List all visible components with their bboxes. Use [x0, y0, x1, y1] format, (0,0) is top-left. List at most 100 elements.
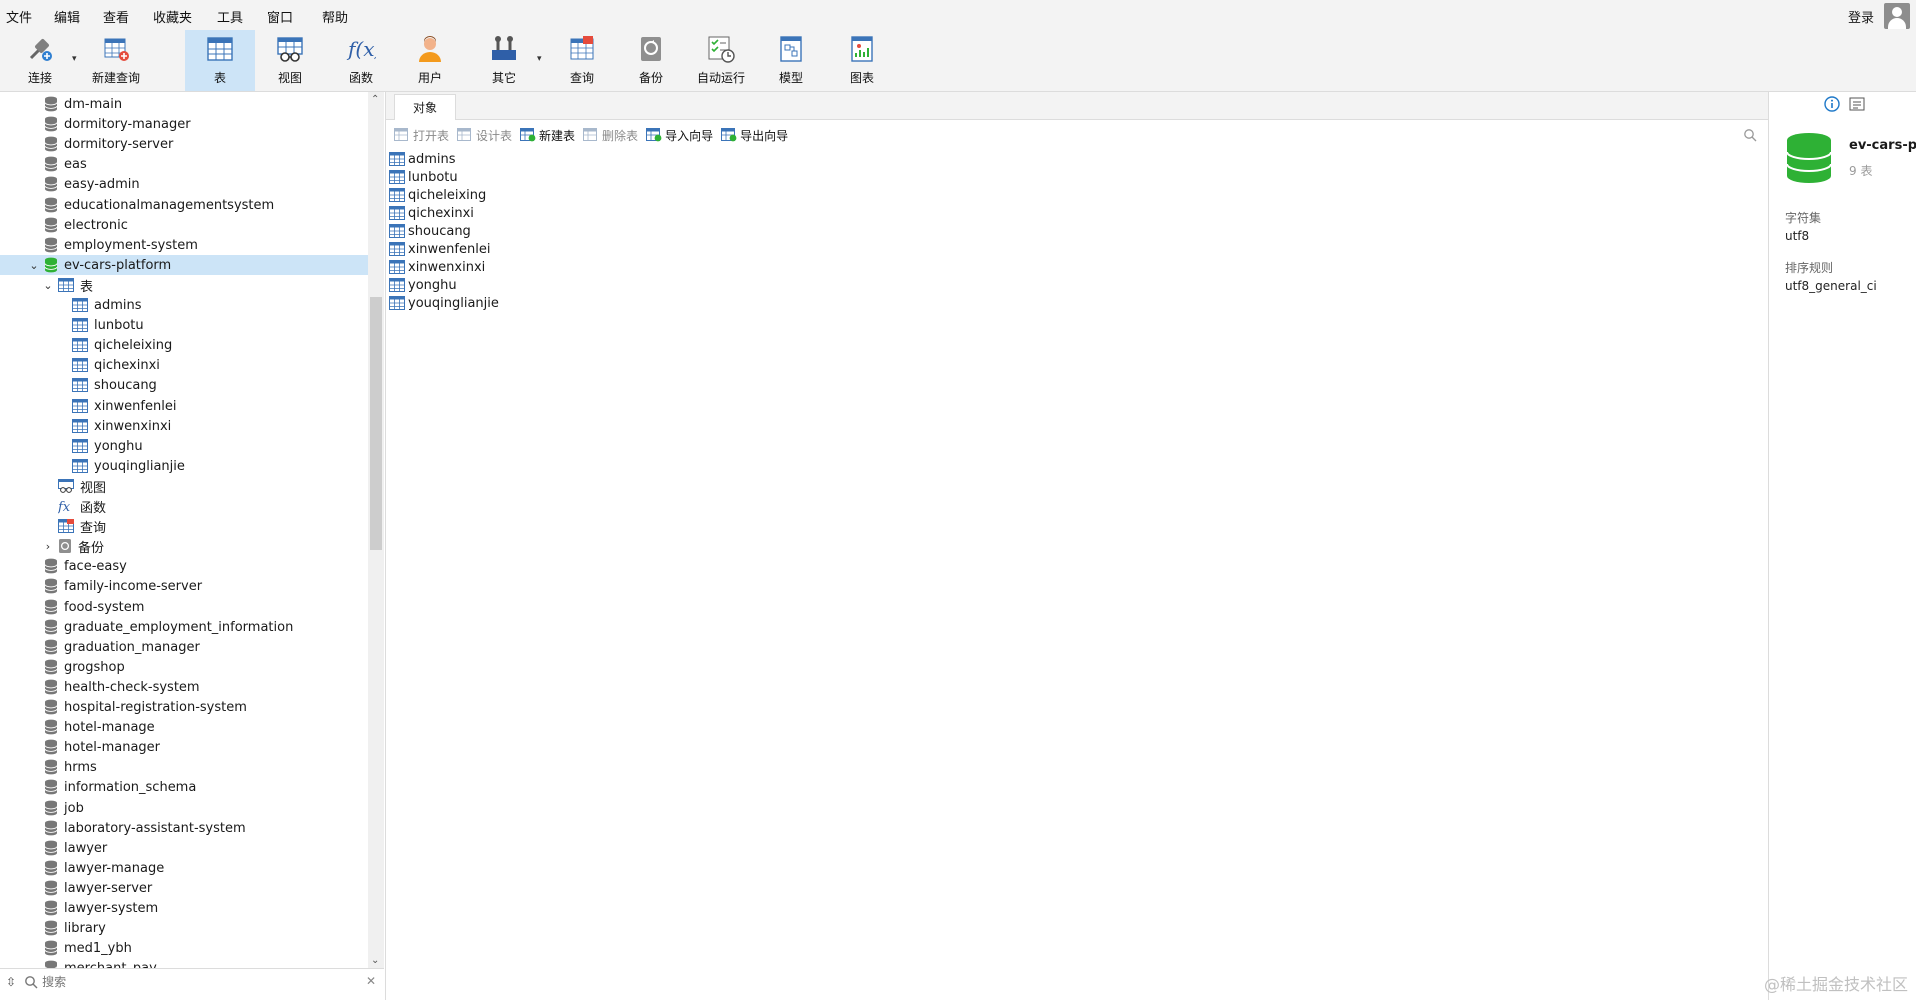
object-list-item[interactable]: youqinglianjie	[389, 294, 499, 312]
database-node[interactable]: health-check-system	[0, 677, 368, 697]
database-node[interactable]: graduation_manager	[0, 637, 368, 657]
chart-button[interactable]: 图表	[834, 30, 890, 91]
views-node[interactable]: 视图	[0, 476, 368, 496]
database-node[interactable]: hospital-registration-system	[0, 697, 368, 717]
menu-bar: 文件 编辑 查看 收藏夹 工具 窗口 帮助 登录	[0, 0, 1916, 30]
functions-node[interactable]: fx 函数	[0, 496, 368, 516]
delete-table-button[interactable]: 删除表	[583, 127, 638, 144]
svg-text:fx: fx	[58, 500, 71, 514]
database-node[interactable]: face-easy	[0, 556, 368, 576]
new-table-button[interactable]: 新建表	[520, 127, 575, 144]
menu-view[interactable]: 查看	[103, 7, 129, 26]
auto-run-button[interactable]: 自动运行	[692, 30, 750, 91]
database-node[interactable]: food-system	[0, 597, 368, 617]
table-node[interactable]: xinwenfenlei	[0, 396, 368, 416]
view-icon	[58, 479, 74, 493]
database-node[interactable]: information_schema	[0, 777, 368, 797]
menu-favorites[interactable]: 收藏夹	[153, 7, 192, 26]
avatar-icon[interactable]	[1884, 3, 1910, 29]
other-tools-button[interactable]: 其它	[476, 30, 532, 91]
database-node[interactable]: eas	[0, 154, 368, 174]
database-node[interactable]: hrms	[0, 757, 368, 777]
object-list-item[interactable]: qichexinxi	[389, 204, 499, 222]
object-list-item[interactable]: shoucang	[389, 222, 499, 240]
database-node[interactable]: easy-admin	[0, 174, 368, 194]
database-node[interactable]: med1_ybh	[0, 938, 368, 958]
scroll-up-arrow-icon[interactable]: ⌃	[371, 94, 379, 105]
expand-toggle-icon[interactable]: ⌄	[28, 259, 40, 272]
database-node[interactable]: lawyer-system	[0, 898, 368, 918]
new-query-button[interactable]: 新建查询	[86, 30, 146, 91]
menu-help[interactable]: 帮助	[322, 7, 348, 26]
database-node[interactable]: laboratory-assistant-system	[0, 818, 368, 838]
object-list-item[interactable]: lunbotu	[389, 168, 499, 186]
database-node[interactable]: electronic	[0, 215, 368, 235]
model-button[interactable]: 模型	[763, 30, 819, 91]
database-node[interactable]: grogshop	[0, 657, 368, 677]
scroll-down-arrow-icon[interactable]: ⌄	[371, 955, 379, 966]
other-tools-dropdown-caret[interactable]: ▾	[537, 54, 542, 64]
queries-node[interactable]: 查询	[0, 516, 368, 536]
menu-window[interactable]: 窗口	[267, 7, 293, 26]
tree-scrollbar[interactable]: ⌃ ⌄	[368, 92, 384, 968]
table-node[interactable]: shoucang	[0, 375, 368, 395]
database-node[interactable]: graduate_employment_information	[0, 617, 368, 637]
object-list-item[interactable]: qicheleixing	[389, 186, 499, 204]
tree-scrollbar-thumb[interactable]	[370, 297, 382, 550]
tab-objects[interactable]: 对象	[394, 94, 456, 120]
object-list-item[interactable]: xinwenfenlei	[389, 240, 499, 258]
database-node[interactable]: employment-system	[0, 235, 368, 255]
menu-file[interactable]: 文件	[6, 7, 32, 26]
export-wizard-button[interactable]: 导出向导	[721, 127, 788, 144]
expand-toggle-icon[interactable]: ⌄	[42, 279, 54, 292]
tables-node[interactable]: ⌄ 表	[0, 275, 368, 295]
database-node[interactable]: family-income-server	[0, 576, 368, 596]
login-button[interactable]: 登录	[1848, 7, 1874, 26]
database-node[interactable]: hotel-manage	[0, 717, 368, 737]
object-search-icon[interactable]	[1743, 128, 1757, 142]
design-table-button[interactable]: 设计表	[457, 127, 512, 144]
database-node[interactable]: lawyer	[0, 838, 368, 858]
table-node[interactable]: xinwenxinxi	[0, 416, 368, 436]
object-list-item[interactable]: yonghu	[389, 276, 499, 294]
clear-search-icon[interactable]: ✕	[366, 974, 376, 988]
database-node[interactable]: dormitory-manager	[0, 114, 368, 134]
menu-tools[interactable]: 工具	[217, 7, 243, 26]
object-list-item[interactable]: admins	[389, 150, 499, 168]
database-node[interactable]: dm-main	[0, 94, 368, 114]
queries-button[interactable]: 查询	[554, 30, 610, 91]
info-icon[interactable]	[1824, 96, 1840, 112]
views-button[interactable]: 视图	[262, 30, 318, 91]
database-node[interactable]: lawyer-manage	[0, 858, 368, 878]
database-node[interactable]: library	[0, 918, 368, 938]
table-node[interactable]: lunbotu	[0, 315, 368, 335]
database-node[interactable]: dormitory-server	[0, 134, 368, 154]
tree-search-input[interactable]	[42, 974, 343, 989]
database-node-open[interactable]: ⌄ ev-cars-platform	[0, 255, 368, 275]
tables-button[interactable]: 表	[185, 30, 255, 91]
database-node[interactable]: lawyer-server	[0, 878, 368, 898]
search-icon	[25, 975, 38, 988]
connection-dropdown-caret[interactable]: ▾	[72, 54, 77, 64]
table-node[interactable]: youqinglianjie	[0, 456, 368, 476]
users-button[interactable]: 用户	[402, 30, 458, 91]
expand-toggle-icon[interactable]: ›	[42, 540, 54, 553]
database-node[interactable]: hotel-manager	[0, 737, 368, 757]
menu-edit[interactable]: 编辑	[54, 7, 80, 26]
backup-button[interactable]: 备份	[623, 30, 679, 91]
open-table-button[interactable]: 打开表	[394, 127, 449, 144]
table-node[interactable]: qicheleixing	[0, 335, 368, 355]
backups-node[interactable]: › 备份	[0, 536, 368, 556]
database-node[interactable]: merchant_pay	[0, 958, 368, 968]
database-node[interactable]: job	[0, 798, 368, 818]
table-node[interactable]: yonghu	[0, 436, 368, 456]
object-list-item[interactable]: xinwenxinxi	[389, 258, 499, 276]
functions-button[interactable]: f(x) 函数	[333, 30, 389, 91]
connection-button[interactable]: 连接	[14, 30, 66, 91]
import-wizard-button[interactable]: 导入向导	[646, 127, 713, 144]
ddl-icon[interactable]	[1849, 97, 1865, 111]
table-node[interactable]: qichexinxi	[0, 355, 368, 375]
sort-icon[interactable]: ⇳	[6, 975, 16, 989]
table-node[interactable]: admins	[0, 295, 368, 315]
database-node[interactable]: educationalmanagementsystem	[0, 195, 368, 215]
